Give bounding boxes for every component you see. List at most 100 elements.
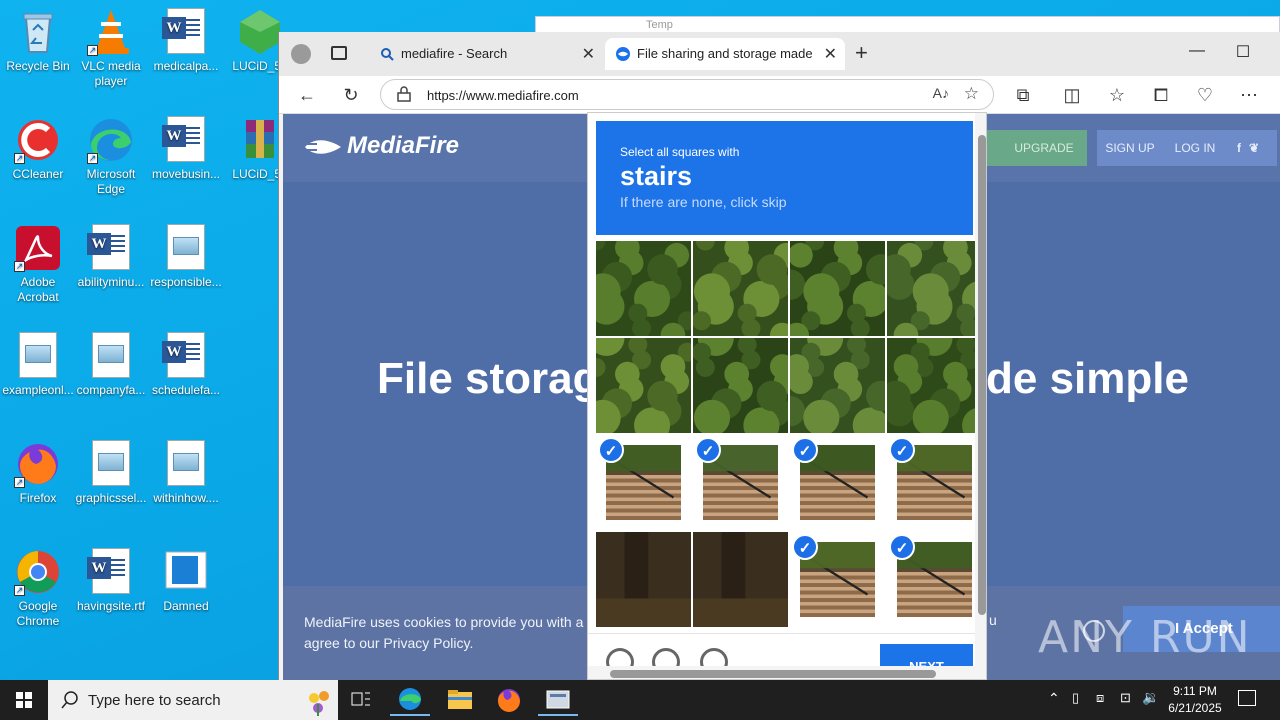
horizontal-scrollbar[interactable] <box>588 666 975 679</box>
network-icon[interactable]: ⊡ <box>1120 690 1131 706</box>
shortcut-arrow-icon: ↗ <box>14 153 25 164</box>
clock[interactable]: 9:11 PM 6/21/2025 <box>1156 683 1234 717</box>
tab-mediafire[interactable]: File sharing and storage made sim ✕ <box>605 38 845 70</box>
refresh-icon[interactable]: ↻ <box>339 83 363 107</box>
maximize-button[interactable]: ☐ <box>1220 42 1266 62</box>
split-screen-icon[interactable]: ◫ <box>1060 83 1084 107</box>
desktop-icon-acrobat[interactable]: ↗ Adobe Acrobat <box>0 224 76 305</box>
desktop-icon-medicalpa[interactable]: W medicalpa... <box>148 8 224 74</box>
taskbar-firefox-icon[interactable] <box>489 684 529 716</box>
signup-button[interactable]: SIGN UP <box>1097 130 1163 166</box>
taskbar-search-box[interactable]: Type here to search <box>48 680 338 720</box>
captcha-tile[interactable] <box>693 338 788 433</box>
captcha-tile[interactable] <box>693 532 788 627</box>
usb-icon[interactable]: ⧈ <box>1096 690 1104 706</box>
upgrade-button[interactable]: UPGRADE <box>979 130 1087 166</box>
desktop-icon-firefox[interactable]: ↗ Firefox <box>0 440 76 506</box>
profile-avatar-icon[interactable] <box>291 44 311 64</box>
winrar-icon <box>236 116 284 164</box>
taskbar: Type here to search ⌃ ▯ ⧈ ⊡ 🔉 9:11 PM 6/… <box>0 680 1280 720</box>
desktop-icon-havingsite[interactable]: W havingsite.rtf <box>73 548 149 614</box>
start-button[interactable] <box>0 680 48 720</box>
desktop-icon-withinhow[interactable]: withinhow.... <box>148 440 224 506</box>
shortcut-arrow-icon: ↗ <box>87 153 98 164</box>
desktop-icon-companyfa[interactable]: companyfa... <box>73 332 149 398</box>
captcha-tile[interactable] <box>790 241 885 336</box>
read-aloud-icon[interactable]: A♪ <box>933 85 949 101</box>
close-tab-icon[interactable]: ✕ <box>582 44 595 64</box>
facebook-icon[interactable]: f <box>1237 141 1249 155</box>
mediafire-icon <box>615 46 631 62</box>
desktop-icon-vlc[interactable]: ↗ VLC media player <box>73 8 149 89</box>
collections-icon[interactable]: ⧠ <box>1149 83 1173 107</box>
minimize-button[interactable]: — <box>1174 42 1220 60</box>
anyrun-watermark: ANY RUN <box>1038 612 1252 663</box>
desktop-icon-graphicssel[interactable]: graphicssel... <box>73 440 149 506</box>
extensions-icon[interactable]: ⧉ <box>1011 83 1035 107</box>
captcha-tile[interactable] <box>790 338 885 433</box>
captcha-tile[interactable] <box>596 532 691 627</box>
favorites-icon[interactable]: ☆ <box>1105 83 1129 107</box>
notification-icon[interactable] <box>1238 690 1256 706</box>
desktop-icon-abilityminu[interactable]: W abilityminu... <box>73 224 149 290</box>
chevron-up-icon[interactable]: ⌃ <box>1048 690 1060 707</box>
image-file-icon <box>87 332 135 380</box>
mediafire-logo[interactable]: MediaFire <box>303 132 459 160</box>
image-file-icon <box>162 440 210 488</box>
favorite-star-icon[interactable]: ☆ <box>964 84 979 104</box>
vertical-scrollbar[interactable] <box>975 113 986 679</box>
file-explorer-icon[interactable] <box>440 684 480 716</box>
desktop-icon-chrome[interactable]: ↗ Google Chrome <box>0 548 76 629</box>
captcha-prompt: Select all squares with <box>620 145 740 159</box>
vlc-icon: ↗ <box>87 8 135 56</box>
shortcut-arrow-icon: ↗ <box>87 45 98 56</box>
captcha-hint: If there are none, click skip <box>620 194 787 210</box>
url-text: https://www.mediafire.com <box>427 88 579 103</box>
navigation-bar: ← ↻ https://www.mediafire.com A♪ ☆ ⧉ ◫ ☆… <box>279 76 1280 114</box>
battery-icon[interactable]: ▯ <box>1072 690 1079 706</box>
desktop-icon-schedulefa[interactable]: W schedulefa... <box>148 332 224 398</box>
firefox-icon: ↗ <box>14 440 62 488</box>
tab-mediafire-search[interactable]: mediafire - Search ✕ <box>369 38 603 70</box>
taskbar-edge-icon[interactable] <box>390 684 430 716</box>
twitter-icon[interactable]: ❦ <box>1249 141 1267 155</box>
word-doc-icon: W <box>87 224 135 272</box>
desktop-icon-edge[interactable]: ↗ Microsoft Edge <box>73 116 149 197</box>
scroll-thumb[interactable] <box>978 135 986 615</box>
more-menu-icon[interactable]: ⋯ <box>1237 83 1261 107</box>
browser-essentials-icon[interactable]: ♡ <box>1193 83 1217 107</box>
windows-logo-icon <box>16 692 32 708</box>
desktop-icon-damned[interactable]: Damned <box>148 548 224 614</box>
captcha-tile[interactable] <box>596 241 691 336</box>
image-file-icon <box>14 332 62 380</box>
tab-title: mediafire - Search <box>401 46 508 61</box>
selected-check-icon: ✓ <box>695 437 721 463</box>
close-tab-icon[interactable]: ✕ <box>824 44 837 64</box>
captcha-tile[interactable] <box>693 241 788 336</box>
login-button[interactable]: LOG IN <box>1163 130 1227 166</box>
selected-check-icon: ✓ <box>889 437 915 463</box>
desktop-icon-movebusin[interactable]: W movebusin... <box>148 116 224 182</box>
scroll-thumb[interactable] <box>610 670 936 678</box>
captcha-tile[interactable] <box>887 338 982 433</box>
desktop-icon-ccleaner[interactable]: ↗ CCleaner <box>0 116 76 182</box>
selected-check-icon: ✓ <box>792 437 818 463</box>
shortcut-arrow-icon: ↗ <box>14 477 25 488</box>
desktop-icon-responsible[interactable]: responsible... <box>148 224 224 290</box>
captcha-tile[interactable] <box>596 338 691 433</box>
captcha-tile[interactable] <box>887 241 982 336</box>
back-arrow-icon[interactable]: ← <box>295 83 319 107</box>
address-bar[interactable]: https://www.mediafire.com A♪ ☆ <box>380 79 994 110</box>
captcha-target: stairs <box>620 161 693 191</box>
word-doc-icon: W <box>87 548 135 596</box>
tab-actions-icon[interactable] <box>331 46 347 60</box>
selected-check-icon: ✓ <box>792 534 818 560</box>
task-view-icon[interactable] <box>340 684 380 716</box>
desktop-icon-exampleonl[interactable]: exampleonl... <box>0 332 76 398</box>
tab-bar: mediafire - Search ✕ File sharing and st… <box>279 32 1280 76</box>
shortcut-arrow-icon: ↗ <box>14 585 25 596</box>
social-links[interactable]: f❦ <box>1227 130 1277 166</box>
new-tab-button[interactable]: + <box>855 40 868 66</box>
taskbar-app-icon[interactable] <box>538 684 578 716</box>
desktop-icon-recycle-bin[interactable]: Recycle Bin <box>0 8 76 74</box>
